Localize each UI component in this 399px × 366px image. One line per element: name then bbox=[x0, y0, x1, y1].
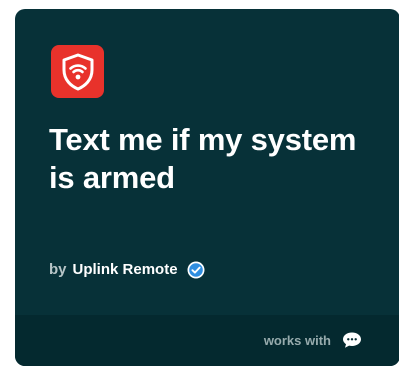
works-with-label: works with bbox=[263, 333, 331, 348]
verified-check-icon bbox=[187, 261, 205, 279]
shield-wifi-icon bbox=[51, 45, 104, 98]
chat-bubble-icon bbox=[342, 331, 362, 349]
applet-card[interactable]: Text me if my system is armed by Uplink … bbox=[15, 9, 399, 366]
byline: by Uplink Remote bbox=[49, 260, 205, 280]
applet-footer: works with bbox=[15, 315, 399, 366]
applet-title: Text me if my system is armed bbox=[49, 122, 357, 195]
by-label: by bbox=[49, 261, 67, 278]
author-name: Uplink Remote bbox=[72, 261, 178, 278]
